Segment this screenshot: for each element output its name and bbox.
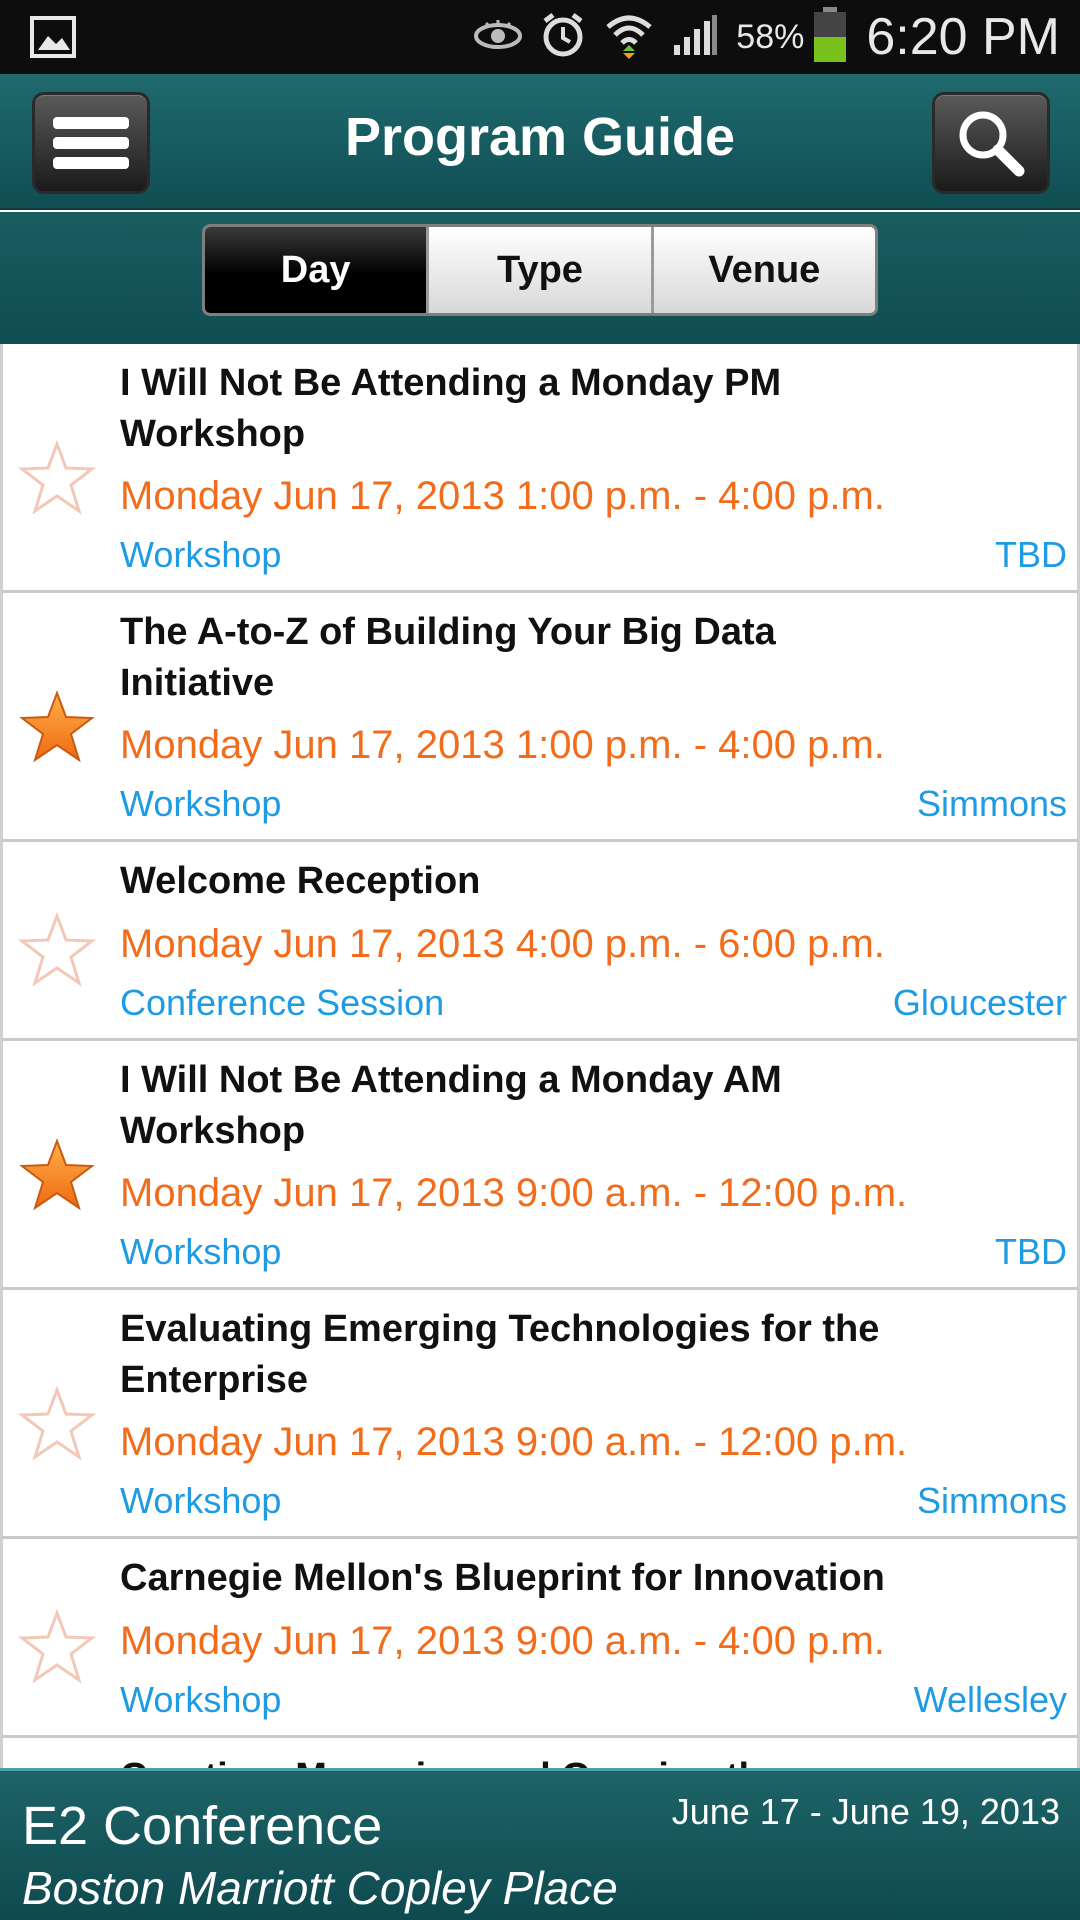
conference-footer: E2 Conference June 17 - June 19, 2013 Bo… [0,1768,1080,1920]
alarm-icon [540,12,586,63]
wifi-icon [604,11,654,64]
tab-day[interactable]: Day [205,227,430,313]
filter-tabs-bar: Day Type Venue [0,212,1080,344]
battery-icon [812,6,848,68]
session-item[interactable]: The A-to-Z of Building Your Big Data Init… [0,593,1080,842]
eye-icon [474,19,523,55]
session-venue: TBD [995,1231,1067,1272]
session-venue: Gloucester [892,982,1067,1023]
session-title: Evaluating Emerging Technologies for the… [120,1308,880,1401]
page-title: Program Guide [344,107,736,167]
star-filled-icon[interactable] [17,1135,97,1215]
search-button[interactable] [932,92,1050,194]
star-outline-icon[interactable] [17,910,97,990]
session-type: Workshop [120,783,282,824]
session-title: The A-to-Z of Building Your Big Data Init… [120,611,776,704]
conference-name: E2 Conference [22,1796,383,1856]
search-icon [959,111,1025,177]
battery-percent: 58% [736,17,805,56]
session-type: Workshop [120,1480,282,1521]
session-venue: Simmons [916,1480,1067,1521]
session-title: I Will Not Be Attending a Monday AM Works… [120,1059,782,1152]
session-title: I Will Not Be Attending a Monday PM Works… [120,362,782,455]
app-header: Program Guide [0,74,1080,210]
session-item[interactable]: Welcome Reception Monday Jun 17, 2013 4:… [0,842,1080,1041]
session-venue: Wellesley [913,1679,1067,1720]
session-item[interactable]: I Will Not Be Attending a Monday PM Works… [0,344,1080,593]
clock: 6:20 PM [866,8,1060,66]
session-time: Monday Jun 17, 2013 9:00 a.m. - 12:00 p.… [120,1420,908,1464]
session-item-partial[interactable]: Creating, Managing and Growing the [0,1738,1080,1768]
session-type: Workshop [120,1231,282,1272]
session-title: Creating, Managing and Growing the [120,1756,783,1768]
session-time: Monday Jun 17, 2013 1:00 p.m. - 4:00 p.m… [120,474,885,518]
signal-icon [672,13,718,62]
session-time: Monday Jun 17, 2013 9:00 a.m. - 4:00 p.m… [120,1619,885,1663]
conference-venue: Boston Marriott Copley Place [22,1862,618,1914]
session-time: Monday Jun 17, 2013 4:00 p.m. - 6:00 p.m… [120,922,885,966]
tab-type[interactable]: Type [429,227,654,313]
session-time: Monday Jun 17, 2013 1:00 p.m. - 4:00 p.m… [120,723,885,767]
star-outline-icon[interactable] [17,1607,97,1687]
star-filled-icon[interactable] [17,687,97,767]
image-notification-icon [30,16,76,63]
session-time: Monday Jun 17, 2013 9:00 a.m. - 12:00 p.… [120,1171,908,1215]
star-outline-icon[interactable] [17,1384,97,1464]
status-bar: 58% 6:20 PM [0,0,1080,74]
segmented-control: Day Type Venue [202,224,878,316]
session-venue: Simmons [916,783,1067,824]
conference-dates: June 17 - June 19, 2013 [671,1791,1060,1832]
tab-venue[interactable]: Venue [653,227,875,313]
session-title: Welcome Reception [120,860,481,902]
session-item[interactable]: Evaluating Emerging Technologies for the… [0,1290,1080,1539]
session-list: I Will Not Be Attending a Monday PM Works… [0,344,1080,1768]
session-item[interactable]: I Will Not Be Attending a Monday AM Works… [0,1041,1080,1290]
session-type: Workshop [120,1679,282,1720]
session-title: Carnegie Mellon's Blueprint for Innovati… [120,1557,885,1599]
session-type: Workshop [120,534,282,575]
session-venue: TBD [995,534,1067,575]
session-item[interactable]: Carnegie Mellon's Blueprint for Innovati… [0,1539,1080,1738]
star-outline-icon[interactable] [17,438,97,518]
session-type: Conference Session [120,982,445,1023]
